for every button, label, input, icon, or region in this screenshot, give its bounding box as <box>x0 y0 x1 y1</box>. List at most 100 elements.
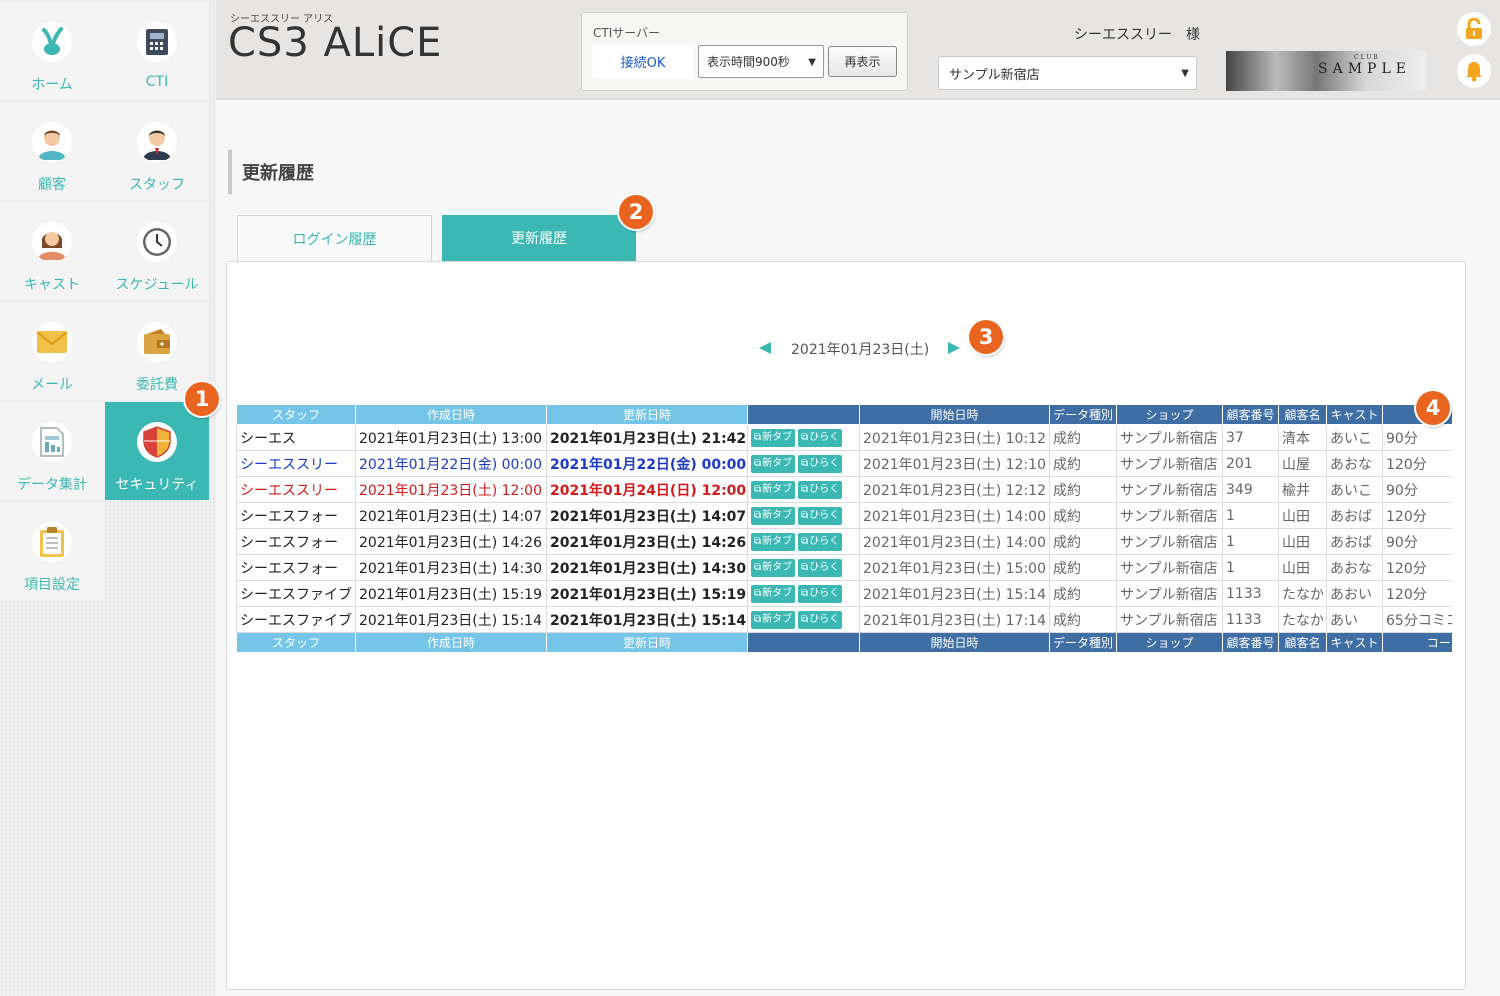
header-updated: 更新日時 <box>546 404 748 425</box>
next-date-arrow-icon[interactable] <box>944 337 964 359</box>
cell-start: 2021年01月23日(土) 15:14 <box>859 580 1050 607</box>
nav-staff[interactable]: スタッフ <box>105 102 209 200</box>
table-row[interactable]: シーエスフォー 2021年01月23日(土) 14:07 2021年01月23日(土… <box>236 502 1452 529</box>
new-tab-label: 新タブ <box>762 535 793 547</box>
nav-customer[interactable]: 顧客 <box>0 102 104 200</box>
header-shop: ショップ <box>1116 632 1223 653</box>
tab-login-history[interactable]: ログイン履歴 <box>237 215 432 261</box>
cell-created: 2021年01月23日(土) 14:30 <box>355 554 547 581</box>
cell-shop: サンプル新宿店 <box>1116 476 1223 503</box>
refresh-button[interactable]: 再表示 <box>828 46 897 77</box>
cell-updated: 2021年01月23日(土) 14:26 <box>546 528 748 555</box>
cell-updated: 2021年01月23日(土) 14:30 <box>546 554 748 581</box>
open-button[interactable]: ⧉ひらく <box>798 532 843 551</box>
nav-schedule[interactable]: スケジュール <box>105 202 209 300</box>
cell-updated: 2021年01月23日(土) 21:42 <box>546 424 748 451</box>
nav-label: スタッフ <box>129 177 185 193</box>
nav-label: 顧客 <box>38 177 66 193</box>
cell-updated: 2021年01月23日(土) 15:14 <box>546 606 748 633</box>
cell-start: 2021年01月23日(土) 15:00 <box>859 554 1050 581</box>
header-cast: キャスト <box>1326 404 1383 425</box>
table-row[interactable]: シーエスファイブ 2021年01月23日(土) 15:14 2021年01月23日(… <box>236 606 1452 633</box>
cell-customer-name: 山田 <box>1278 502 1327 529</box>
table-row[interactable]: シーエスフォー 2021年01月23日(土) 14:26 2021年01月23日(土… <box>236 528 1452 555</box>
header-divider <box>216 98 1500 100</box>
new-tab-button[interactable]: ⧉新タブ <box>751 506 796 525</box>
header-staff: スタッフ <box>236 632 356 653</box>
open-button[interactable]: ⧉ひらく <box>798 428 843 447</box>
table-row[interactable]: シーエススリー 2021年01月22日(金) 00:00 2021年01月22日(金… <box>236 450 1452 477</box>
nav-home[interactable]: ホーム <box>0 2 104 100</box>
nav-security[interactable]: セキュリティ <box>105 402 209 500</box>
header-customer-name: 顧客名 <box>1278 404 1327 425</box>
new-tab-button[interactable]: ⧉新タブ <box>751 480 796 499</box>
external-link-icon: ⧉ <box>754 587 762 599</box>
tab-update-history[interactable]: 更新履歴 <box>442 215 636 261</box>
cell-data-type: 成約 <box>1049 476 1117 503</box>
header-actions <box>747 404 860 425</box>
nav-cti[interactable]: CTI <box>105 2 209 100</box>
nav-label: セキュリティ <box>115 477 199 493</box>
cell-shop: サンプル新宿店 <box>1116 424 1223 451</box>
cell-staff: シーエスフォー <box>236 502 356 529</box>
cell-actions: ⧉新タブ ⧉ひらく <box>747 450 860 477</box>
cell-updated: 2021年01月23日(土) 15:19 <box>546 580 748 607</box>
open-button[interactable]: ⧉ひらく <box>798 506 843 525</box>
cell-customer-no: 1 <box>1222 554 1279 581</box>
nav-data-report[interactable]: データ集計 <box>0 402 104 500</box>
open-button[interactable]: ⧉ひらく <box>798 558 843 577</box>
new-tab-button[interactable]: ⧉新タブ <box>751 454 796 473</box>
new-tab-button[interactable]: ⧉新タブ <box>751 428 796 447</box>
callout-badge-2: 2 <box>619 195 653 229</box>
cell-customer-name: 山田 <box>1278 554 1327 581</box>
lock-icon[interactable] <box>1457 12 1491 46</box>
cell-created: 2021年01月23日(土) 13:00 <box>355 424 547 451</box>
table-row[interactable]: シーエススリー 2021年01月23日(土) 12:00 2021年01月24日(日… <box>236 476 1452 503</box>
cell-data-type: 成約 <box>1049 502 1117 529</box>
prev-date-arrow-icon[interactable] <box>755 337 775 359</box>
cell-customer-no: 1133 <box>1222 606 1279 633</box>
history-table-wrapper[interactable]: スタッフ作成日時更新日時開始日時データ種別ショップ顧客番号顧客名キャストコース … <box>236 404 1452 656</box>
open-button[interactable]: ⧉ひらく <box>798 610 843 629</box>
shop-select[interactable]: サンプル新宿店 ▼ <box>938 56 1197 90</box>
cti-status: 接続OK <box>593 45 693 78</box>
cell-course: 120分 <box>1382 580 1452 607</box>
display-time-select[interactable]: 表示時間900秒 ▼ <box>698 45 824 78</box>
external-link-icon: ⧉ <box>754 509 762 521</box>
new-tab-button[interactable]: ⧉新タブ <box>751 558 796 577</box>
cell-start: 2021年01月23日(土) 12:10 <box>859 450 1050 477</box>
cell-cast: あおな <box>1326 554 1383 581</box>
nav-mail[interactable]: メール <box>0 302 104 400</box>
cti-panel: CTIサーバー 接続OK 表示時間900秒 ▼ 再表示 <box>581 12 908 91</box>
cell-customer-no: 201 <box>1222 450 1279 477</box>
bell-icon[interactable] <box>1457 54 1491 88</box>
open-button[interactable]: ⧉ひらく <box>798 584 843 603</box>
cell-staff: シーエスファイブ <box>236 606 356 633</box>
nav-cast[interactable]: キャスト <box>0 202 104 300</box>
nav-item-settings[interactable]: 項目設定 <box>0 502 104 600</box>
nav-label: データ集計 <box>17 477 87 493</box>
open-button[interactable]: ⧉ひらく <box>798 454 843 473</box>
external-link-icon: ⧉ <box>801 457 809 469</box>
cell-cast: あおば <box>1326 502 1383 529</box>
cell-customer-no: 1133 <box>1222 580 1279 607</box>
clipboard-icon <box>32 522 72 562</box>
new-tab-button[interactable]: ⧉新タブ <box>751 584 796 603</box>
cell-course: 120分 <box>1382 450 1452 477</box>
cell-course: 90分 <box>1382 424 1452 451</box>
new-tab-button[interactable]: ⧉新タブ <box>751 532 796 551</box>
new-tab-button[interactable]: ⧉新タブ <box>751 610 796 629</box>
external-link-icon: ⧉ <box>801 561 809 573</box>
open-label: ひらく <box>809 535 840 547</box>
header-cast: キャスト <box>1326 632 1383 653</box>
table-row[interactable]: シーエス 2021年01月23日(土) 13:00 2021年01月23日(土) 2… <box>236 424 1452 451</box>
nav-label: メール <box>31 377 73 393</box>
header-course: コース <box>1382 632 1452 653</box>
cell-customer-no: 1 <box>1222 502 1279 529</box>
history-table: スタッフ作成日時更新日時開始日時データ種別ショップ顧客番号顧客名キャストコース … <box>236 404 1452 653</box>
table-row[interactable]: シーエスフォー 2021年01月23日(土) 14:30 2021年01月23日(土… <box>236 554 1452 581</box>
table-row[interactable]: シーエスファイブ 2021年01月23日(土) 15:19 2021年01月23日(… <box>236 580 1452 607</box>
nav-label: スケジュール <box>115 277 199 293</box>
open-button[interactable]: ⧉ひらく <box>798 480 843 499</box>
cell-shop: サンプル新宿店 <box>1116 528 1223 555</box>
